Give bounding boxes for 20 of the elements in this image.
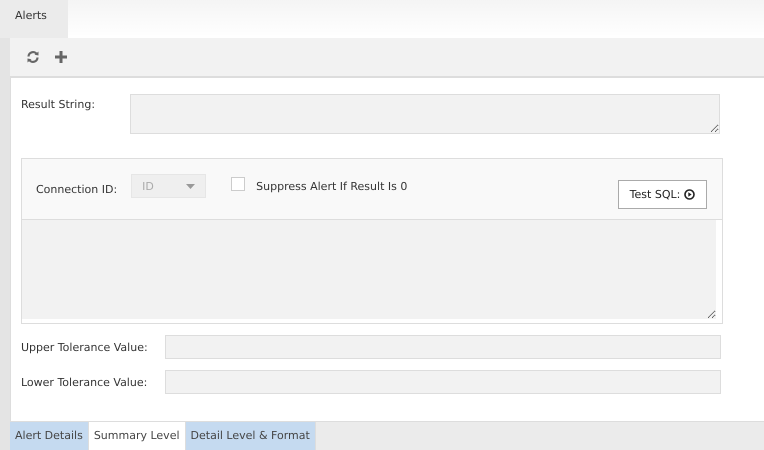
add-button[interactable] [52, 48, 70, 66]
field-label: Lower Tolerance Value: [21, 376, 148, 388]
bottom-tab[interactable]: Summary Level [88, 422, 186, 450]
caret-icon [186, 184, 196, 188]
plus-icon [54, 50, 68, 64]
result-string-field[interactable] [130, 94, 720, 134]
bottom-tab[interactable]: Detail Level & Format [186, 422, 316, 450]
tolerance-field[interactable] [165, 335, 721, 359]
checkbox[interactable] [231, 177, 246, 191]
checkbox-label: Suppress Alert If Result Is 0 [256, 180, 408, 192]
field-label: Upper Tolerance Value: [21, 340, 149, 354]
refresh-icon [26, 50, 40, 64]
alerts-tab[interactable]: Alerts [0, 0, 68, 38]
sql-editor-field[interactable] [22, 220, 716, 319]
play-icon [684, 188, 696, 200]
field-label: Connection ID: [36, 182, 118, 196]
bottom-tab[interactable]: Alert Details [10, 422, 89, 450]
field-label: Result String: [21, 97, 96, 113]
tolerance-field[interactable] [165, 370, 721, 394]
test-sql-button[interactable]: Test SQL: [618, 180, 707, 208]
